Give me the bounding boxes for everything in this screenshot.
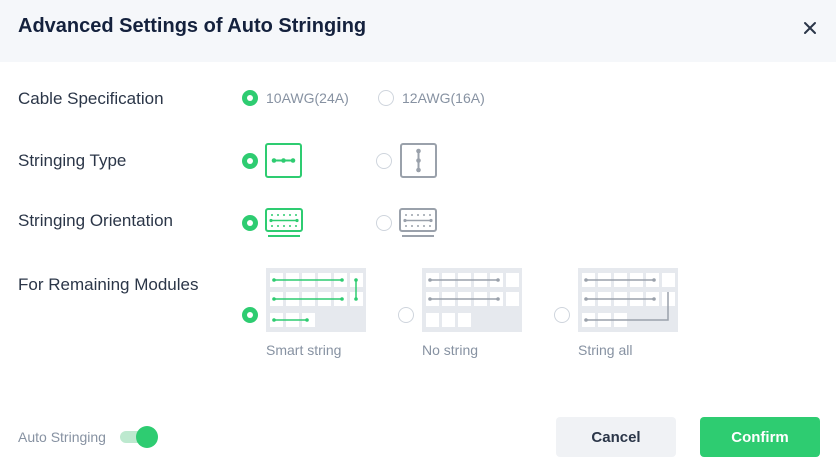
cable-12awg-label: 12AWG(16A) <box>402 90 485 106</box>
remaining-smart-radio[interactable] <box>242 307 258 323</box>
remaining-modules-label: For Remaining Modules <box>18 275 199 294</box>
dialog-header: Advanced Settings of Auto Stringing <box>0 0 836 62</box>
cable-10awg-label: 10AWG(24A) <box>266 90 349 106</box>
toggle-knob <box>136 426 158 448</box>
smart-string-thumbnail[interactable] <box>266 268 366 332</box>
cable-10awg-radio[interactable] <box>242 90 258 106</box>
orientation-landscape-radio[interactable] <box>242 215 258 231</box>
no-string-thumbnail[interactable] <box>422 268 522 332</box>
orientation-portrait-radio[interactable] <box>376 215 392 231</box>
portrait-panel-icon[interactable] <box>398 207 438 244</box>
remaining-no-string-radio[interactable] <box>398 307 414 323</box>
dialog-title: Advanced Settings of Auto Stringing <box>18 15 367 37</box>
cable-12awg-radio[interactable] <box>378 90 394 106</box>
cancel-button[interactable]: Cancel <box>556 417 676 457</box>
string-all-thumbnail[interactable] <box>578 268 678 332</box>
vertical-string-icon[interactable] <box>400 143 438 184</box>
smart-string-caption: Smart string <box>266 342 342 358</box>
stringing-type-vertical-radio[interactable] <box>376 153 392 169</box>
stringing-type-label: Stringing Type <box>18 151 127 170</box>
auto-stringing-label: Auto Stringing <box>18 429 106 445</box>
horizontal-string-icon[interactable] <box>265 143 303 184</box>
string-all-caption: String all <box>578 342 633 358</box>
stringing-type-horizontal-radio[interactable] <box>242 153 258 169</box>
no-string-caption: No string <box>422 342 479 358</box>
close-icon[interactable] <box>798 16 822 40</box>
stringing-orientation-label: Stringing Orientation <box>18 211 173 230</box>
cable-spec-label: Cable Specification <box>18 89 164 108</box>
remaining-string-all-radio[interactable] <box>554 307 570 323</box>
landscape-panel-icon[interactable] <box>264 207 304 244</box>
auto-stringing-toggle[interactable] <box>120 426 158 448</box>
confirm-button[interactable]: Confirm <box>700 417 820 457</box>
